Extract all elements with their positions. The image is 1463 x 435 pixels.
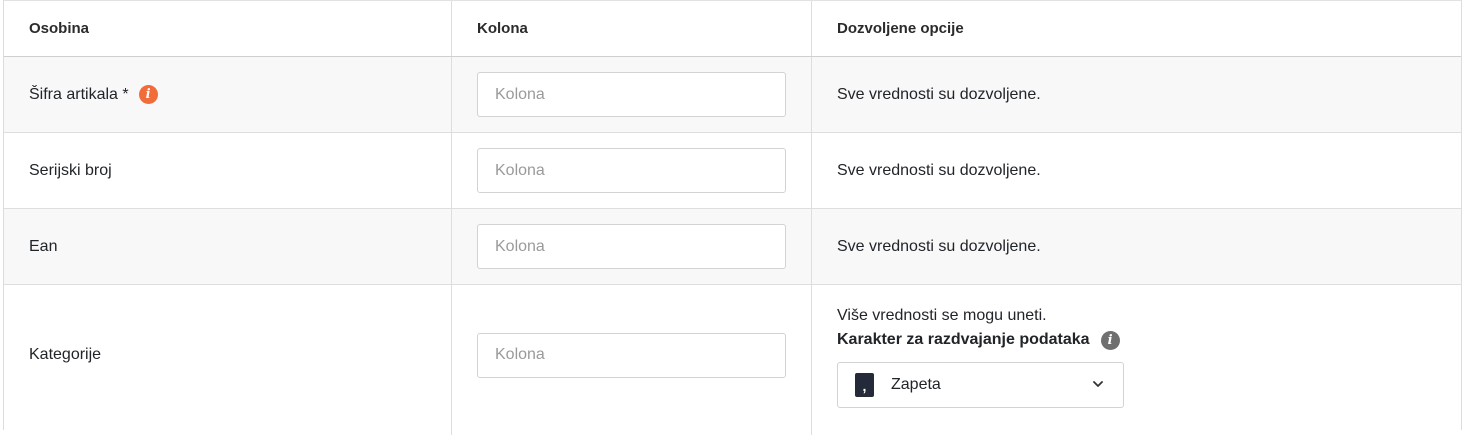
column-input[interactable] <box>477 72 786 117</box>
column-input[interactable] <box>477 224 786 269</box>
property-label: Ean <box>4 209 452 284</box>
column-cell <box>452 133 812 208</box>
allowed-options-cell: Više vrednosti se mogu uneti. Karakter z… <box>812 285 1461 435</box>
separator-key-badge: , <box>855 372 874 397</box>
table-row: Šifra artikala * i Sve vrednosti su dozv… <box>4 57 1461 133</box>
info-icon[interactable]: i <box>1100 330 1120 350</box>
header-property: Osobina <box>4 1 452 56</box>
property-label: Serijski broj <box>4 133 452 208</box>
column-input[interactable] <box>477 148 786 193</box>
property-label: Šifra artikala * <box>29 85 129 103</box>
table-header: Osobina Kolona Dozvoljene opcije <box>4 1 1461 57</box>
table-row: Ean Sve vrednosti su dozvoljene. <box>4 209 1461 285</box>
table-row: Kategorije Više vrednosti se mogu uneti.… <box>4 285 1461 435</box>
header-allowed-options: Dozvoljene opcije <box>837 20 964 37</box>
column-cell <box>452 209 812 284</box>
table-row: Serijski broj Sve vrednosti su dozvoljen… <box>4 133 1461 209</box>
column-cell <box>452 285 812 435</box>
column-cell <box>452 57 812 132</box>
allowed-options-text: Više vrednosti se mogu uneti. <box>837 306 1047 324</box>
column-input[interactable] <box>477 332 786 378</box>
allowed-options-text: Sve vrednosti su dozvoljene. <box>837 237 1041 255</box>
separator-label: Karakter za razdvajanje podataka <box>837 331 1090 348</box>
separator-label-row: Karakter za razdvajanje podataka i <box>837 330 1124 350</box>
column-mapping-table: Osobina Kolona Dozvoljene opcije Šifra a… <box>3 0 1462 435</box>
property-label: Kategorije <box>4 285 452 435</box>
property-cell: Šifra artikala * i <box>4 57 452 132</box>
separator-selected-value: Zapeta <box>891 375 941 393</box>
info-icon[interactable]: i <box>138 85 158 104</box>
separator-select[interactable]: , Zapeta <box>837 361 1124 408</box>
allowed-options-text: Sve vrednosti su dozvoljene. <box>837 85 1041 103</box>
header-column: Kolona <box>452 1 812 56</box>
chevron-down-icon <box>1093 380 1103 387</box>
allowed-options-text: Sve vrednosti su dozvoljene. <box>837 161 1041 179</box>
